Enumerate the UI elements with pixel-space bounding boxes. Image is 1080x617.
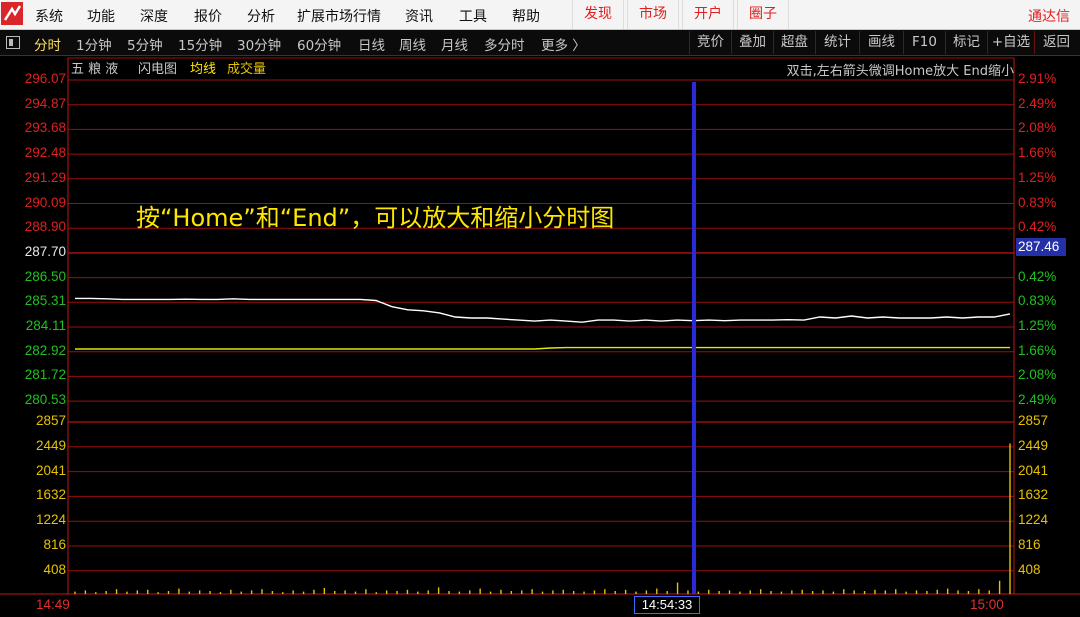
chart-kind-label: 闪电图 <box>138 62 178 77</box>
percent-tick-label: 2.49% <box>1018 95 1057 111</box>
volume-tick-label: 1632 <box>1018 487 1049 503</box>
price-tick-label: 284.11 <box>25 318 66 333</box>
price-tick-label: 290.09 <box>24 194 66 210</box>
menu-analysis[interactable]: 分析 <box>247 6 275 26</box>
percent-tick-label: 0.42% <box>1018 268 1057 284</box>
menu-system[interactable]: 系统 <box>35 6 63 26</box>
period-tab-60min[interactable]: 60分钟 <box>297 34 341 54</box>
back-button[interactable]: 返回 <box>1034 31 1078 54</box>
volume-legend: 成交量 <box>227 62 267 77</box>
menu-function[interactable]: 功能 <box>87 6 115 26</box>
intraday-chart[interactable]: 五 粮 液 闪电图 均线 成交量 双击,左右箭头微调Home放大 End缩小 2… <box>0 56 1080 617</box>
percent-tick-label: 2.08% <box>1018 367 1057 383</box>
volume-tick-label: 1632 <box>35 487 66 503</box>
price-tick-label: 291.29 <box>24 169 66 185</box>
menu-news[interactable]: 资讯 <box>405 6 433 26</box>
period-tab-daily[interactable]: 日线 <box>358 34 385 54</box>
volume-tick-label: 408 <box>43 561 66 577</box>
percent-tick-label: 0.42% <box>1018 219 1057 235</box>
price-tick-label: 280.53 <box>24 392 66 408</box>
panel-toggle-icon[interactable] <box>6 36 20 49</box>
period-tab-more[interactable]: 更多 〉 <box>541 34 586 54</box>
volume-tick-label: 1224 <box>1018 512 1049 528</box>
price-tick-label: 285.31 <box>24 293 66 309</box>
period-tab-intraday[interactable]: 分时 <box>34 34 61 54</box>
volume-tick-label: 2041 <box>1018 462 1049 478</box>
period-tab-multi-intraday[interactable]: 多分时 <box>484 34 525 54</box>
overlay-button[interactable]: 叠加 <box>731 31 773 54</box>
brand-name: 通达信 <box>1028 9 1070 25</box>
avg-line-legend: 均线 <box>190 62 217 77</box>
period-tab-15min[interactable]: 15分钟 <box>178 34 222 54</box>
menu-tools[interactable]: 工具 <box>459 6 487 26</box>
menu-depth[interactable]: 深度 <box>140 6 168 26</box>
period-toolbar: 分时 1分钟 5分钟 15分钟 30分钟 60分钟 日线 周线 月线 多分时 更… <box>0 30 1080 56</box>
percent-tick-label: 1.25% <box>1018 169 1057 185</box>
price-tick-label: 293.68 <box>24 120 66 136</box>
add-watchlist-button[interactable]: +自选 <box>987 31 1034 54</box>
current-price-tag: 287.46 <box>1016 238 1066 256</box>
percent-tick-label: 2.91% <box>1018 71 1057 86</box>
average-price-line <box>75 346 1010 350</box>
f10-button[interactable]: F10 <box>903 31 945 54</box>
price-tick-label: 288.90 <box>24 219 66 235</box>
period-tab-1min[interactable]: 1分钟 <box>76 34 112 54</box>
volume-tick-label: 2449 <box>1018 437 1049 453</box>
period-tab-weekly[interactable]: 周线 <box>399 34 426 54</box>
super-disk-button[interactable]: 超盘 <box>773 31 815 54</box>
chart-canvas[interactable] <box>0 56 1080 617</box>
time-cursor-label: 14:54:33 <box>634 596 700 614</box>
menu-quote[interactable]: 报价 <box>194 6 222 26</box>
volume-tick-label: 2449 <box>35 437 66 453</box>
percent-tick-label: 1.66% <box>1018 342 1057 358</box>
price-tick-label: 296.07 <box>24 71 66 86</box>
price-tick-label: 294.87 <box>24 95 66 111</box>
menu-market[interactable]: 市场 <box>627 0 679 29</box>
price-tick-label: 282.92 <box>24 342 66 358</box>
price-tick-label: 286.50 <box>24 268 66 284</box>
chart-frame <box>67 57 1015 595</box>
volume-tick-label: 2857 <box>1018 413 1049 428</box>
time-end-label: 15:00 <box>970 597 1004 612</box>
statistics-button[interactable]: 统计 <box>815 31 859 54</box>
volume-tick-label: 2857 <box>35 413 66 428</box>
period-tab-monthly[interactable]: 月线 <box>441 34 468 54</box>
menu-open-account[interactable]: 开户 <box>682 0 734 29</box>
draw-line-button[interactable]: 画线 <box>859 31 903 54</box>
period-tab-5min[interactable]: 5分钟 <box>127 34 163 54</box>
menu-extended-market[interactable]: 扩展市场行情 <box>297 6 381 26</box>
percent-tick-label: 2.08% <box>1018 120 1057 136</box>
app-logo-icon[interactable] <box>0 0 26 28</box>
auction-button[interactable]: 竞价 <box>689 31 731 54</box>
percent-tick-label: 0.83% <box>1018 293 1057 309</box>
zoom-hint: 双击,左右箭头微调Home放大 End缩小 <box>786 64 1014 79</box>
volume-tick-label: 816 <box>43 537 66 552</box>
stock-name: 五 粮 液 <box>71 62 119 77</box>
volume-tick-label: 1224 <box>35 512 66 528</box>
percent-tick-label: 1.66% <box>1018 145 1057 161</box>
percent-tick-label: 1.25% <box>1018 318 1057 333</box>
price-tick-label: 287.70 <box>24 243 66 259</box>
menu-help[interactable]: 帮助 <box>512 6 540 26</box>
period-tab-30min[interactable]: 30分钟 <box>237 34 281 54</box>
menu-bar: 系统 功能 深度 报价 分析 扩展市场行情 资讯 工具 帮助 发现 市场 开户 … <box>0 0 1080 30</box>
volume-tick-label: 2041 <box>35 462 66 478</box>
volume-tick-label: 408 <box>1018 561 1041 577</box>
percent-tick-label: 2.49% <box>1018 392 1057 408</box>
time-start-label: 14:49 <box>36 597 70 612</box>
price-tick-label: 292.48 <box>24 145 66 161</box>
percent-tick-label: 0.83% <box>1018 194 1057 210</box>
zoom-instruction-overlay: 按“Home”和“End”，可以放大和缩小分时图 <box>136 204 615 232</box>
price-tick-label: 281.72 <box>24 367 66 383</box>
volume-tick-label: 816 <box>1018 537 1041 552</box>
menu-circle[interactable]: 圈子 <box>737 0 789 29</box>
menu-discover[interactable]: 发现 <box>572 0 624 29</box>
mark-button[interactable]: 标记 <box>945 31 987 54</box>
